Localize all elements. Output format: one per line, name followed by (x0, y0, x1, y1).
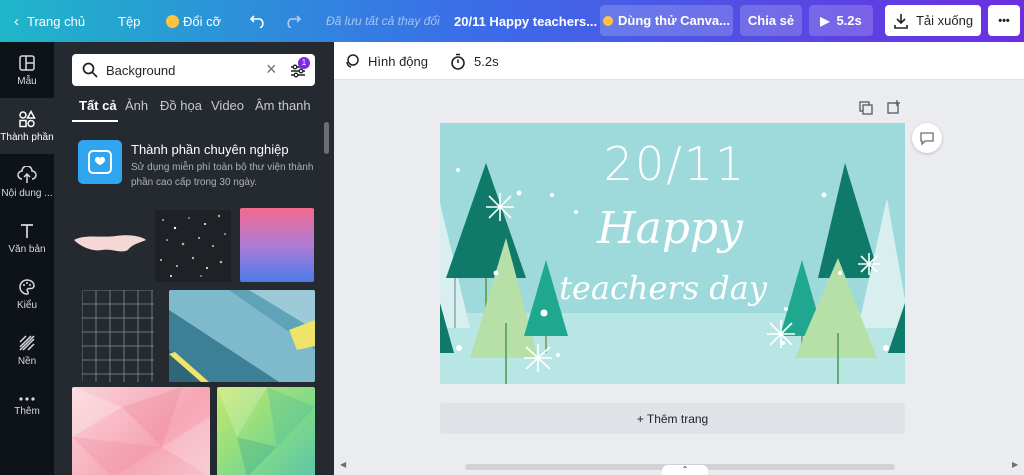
more-menu-button[interactable]: ••• (988, 5, 1020, 36)
download-label: Tải xuống (915, 13, 974, 28)
stopwatch-icon (451, 53, 465, 70)
top-bar: ‹ Trang chủ Tệp Đổi cỡ Đã lưu tất cả tha… (0, 0, 1024, 42)
background-pattern-icon (19, 334, 35, 351)
element-thumbnail[interactable] (72, 210, 148, 282)
trial-button[interactable]: Dùng thử Canva... (600, 5, 733, 36)
search-icon (82, 62, 98, 78)
active-tab-underline (72, 120, 118, 122)
rail-label: Thành phần (0, 131, 54, 143)
notes-toggle[interactable]: ⌃ (662, 465, 708, 475)
file-menu[interactable]: Tệp (118, 0, 140, 42)
document-title[interactable]: 20/11 Happy teachers... (454, 0, 597, 42)
grid-pattern (82, 290, 154, 382)
comment-icon (920, 132, 934, 146)
add-page-icon[interactable] (887, 100, 901, 114)
rail-label: Mẫu (17, 75, 37, 87)
rail-label: Nội dung ... (1, 187, 53, 199)
element-thumbnail[interactable] (82, 290, 154, 382)
shapes-icon (19, 109, 36, 127)
pro-elements-icon (78, 140, 122, 184)
rail-item-uploads[interactable]: Nội dung ... (0, 154, 54, 210)
chevron-up-icon: ⌃ (681, 465, 689, 474)
play-icon: ▶ (820, 13, 830, 28)
pro-elements-promo[interactable]: Thành phần chuyên nghiệp Sử dụng miễn ph… (78, 140, 318, 190)
text-icon (21, 223, 33, 238)
tab-photos[interactable]: Ảnh (125, 98, 148, 113)
palette-icon (19, 278, 35, 295)
rail-item-background[interactable]: Nền (0, 322, 54, 378)
add-page-button[interactable]: + Thêm trang (440, 403, 905, 434)
scroll-right-icon[interactable]: ▶ (1012, 460, 1018, 469)
undo-button[interactable] (249, 0, 267, 42)
panel-scrollbar[interactable] (324, 122, 329, 154)
rail-item-text[interactable]: Văn bản (0, 210, 54, 266)
save-status: Đã lưu tất cả thay đổi (326, 14, 440, 28)
tab-all[interactable]: Tất cả (79, 98, 117, 113)
download-button[interactable]: Tải xuống (885, 5, 981, 36)
undo-icon (249, 15, 264, 28)
layout-icon (19, 54, 35, 71)
rail-label: Kiểu (16, 299, 37, 311)
filter-badge: 1 (298, 57, 310, 69)
timing-label: 5.2s (474, 53, 499, 69)
home-label: Trang chủ (27, 13, 86, 29)
pro-elements-title: Thành phần chuyên nghiệp (131, 142, 289, 157)
rail-item-templates[interactable]: Mẫu (0, 42, 54, 98)
context-toolbar: Hình động 5.2s (334, 42, 1024, 80)
material-pattern (169, 290, 315, 382)
add-comment-button[interactable] (912, 123, 942, 153)
rail-item-more[interactable]: Thêm (0, 378, 54, 434)
element-thumbnail[interactable] (169, 290, 315, 382)
download-icon (894, 13, 908, 29)
chevron-left-icon: ‹ (14, 12, 19, 30)
search-input[interactable]: Background (106, 63, 175, 78)
search-box[interactable]: Background × 1 (72, 54, 315, 86)
upload-cloud-icon (17, 165, 37, 183)
resize-label: Đổi cỡ (183, 13, 222, 29)
duplicate-page-icon[interactable] (859, 101, 873, 115)
tab-graphics[interactable]: Đồ họa (160, 98, 202, 113)
redo-button[interactable] (284, 0, 302, 42)
animate-button[interactable]: Hình động (344, 42, 428, 80)
animation-icon (346, 54, 359, 68)
element-thumbnail[interactable] (72, 387, 210, 475)
redo-icon (287, 15, 302, 28)
play-duration: 5.2s (836, 13, 862, 28)
canvas-heading-teachers-day[interactable]: teachers day (548, 269, 778, 307)
animate-label: Hình động (368, 53, 428, 69)
rail-item-elements[interactable]: Thành phần (0, 98, 54, 154)
rail-label: Thêm (14, 405, 40, 417)
canvas-heading-happy[interactable]: Happy (570, 203, 770, 254)
resize-button[interactable]: Đổi cỡ (166, 0, 221, 42)
lowpoly-pattern (72, 387, 210, 475)
pro-elements-desc-1: Sử dụng miễn phí toàn bộ thư viện thành (131, 162, 314, 173)
tab-videos[interactable]: Video (211, 98, 244, 113)
clear-search-icon[interactable]: × (266, 59, 277, 80)
rail-label: Nền (17, 355, 37, 367)
home-button[interactable]: ‹ Trang chủ (14, 0, 85, 42)
crown-icon (166, 14, 179, 28)
pro-elements-desc-2: phần cao cấp trong 30 ngày. (131, 177, 258, 188)
rail-label: Văn bản (8, 243, 46, 255)
element-thumbnail[interactable] (217, 387, 315, 475)
rail-item-styles[interactable]: Kiểu (0, 266, 54, 322)
geometric-pattern (217, 387, 315, 475)
play-button[interactable]: ▶ 5.2s (809, 5, 873, 36)
canvas-heading-date[interactable]: 20/11 (600, 137, 750, 191)
crown-icon (603, 15, 613, 26)
timing-button[interactable]: 5.2s (450, 42, 499, 80)
elements-panel: Background × 1 Tất cả Ảnh Đồ họa Video Â… (54, 42, 334, 475)
more-dots-icon (19, 396, 35, 401)
scroll-left-icon[interactable]: ◀ (340, 460, 346, 469)
element-thumbnail[interactable] (155, 210, 231, 282)
trial-label: Dùng thử Canva... (618, 13, 730, 28)
tab-audio[interactable]: Âm thanh (255, 98, 311, 113)
design-canvas[interactable]: 20/11 Happy teachers day (440, 123, 905, 384)
left-rail: Mẫu Thành phần Nội dung ... Văn bản Kiểu… (0, 42, 54, 475)
element-thumbnail[interactable] (240, 208, 314, 282)
sparkle-dots (159, 214, 226, 277)
share-button[interactable]: Chia sẻ (740, 5, 802, 36)
